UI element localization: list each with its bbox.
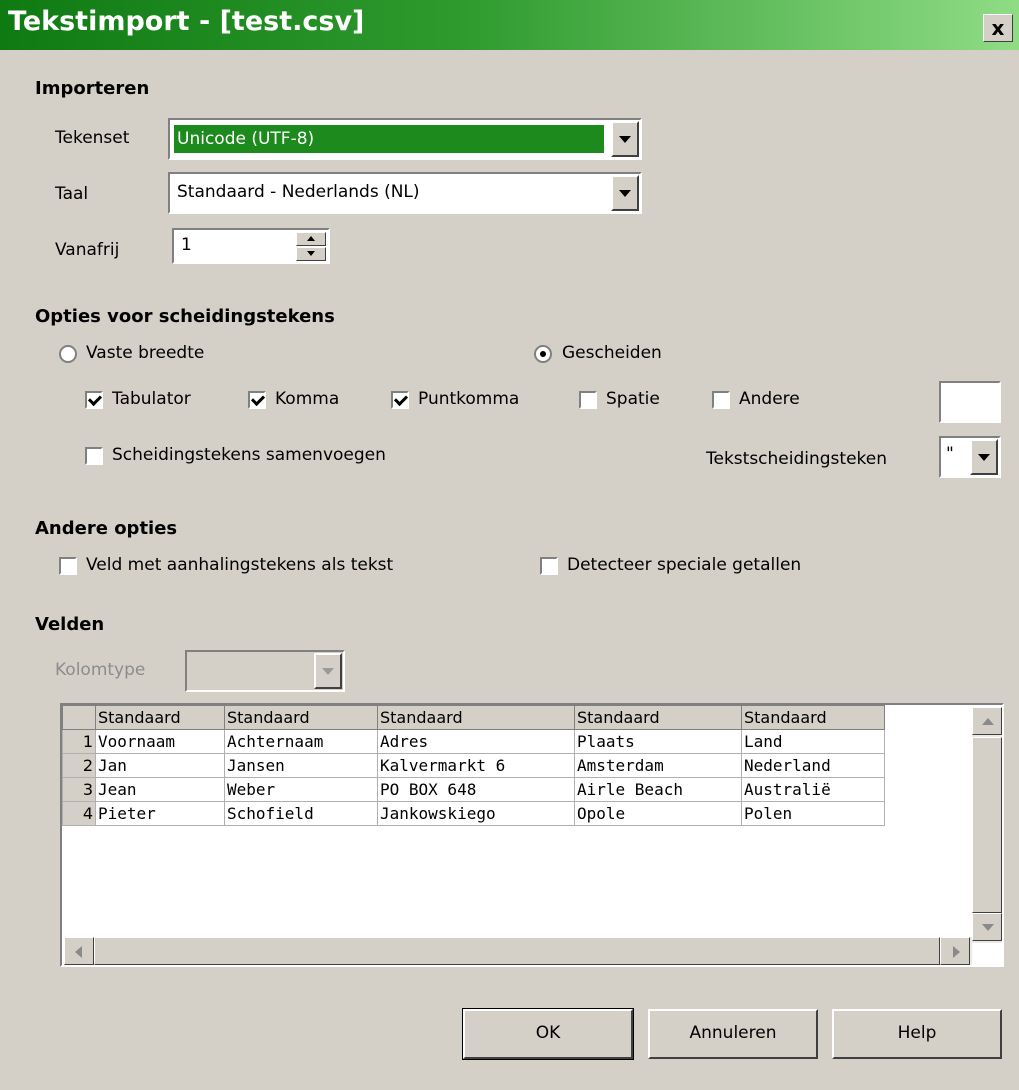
table-cell: Nederland — [741, 753, 885, 778]
table-cell: Kalvermarkt 6 — [377, 753, 575, 778]
table-cell: Land — [741, 729, 885, 754]
tekstscheidingsteken-value: " — [946, 444, 954, 464]
speciale-getallen-label[interactable]: Detecteer speciale getallen — [567, 555, 801, 575]
tekstscheidingsteken-select[interactable]: " — [939, 436, 1001, 478]
help-button[interactable]: Help — [832, 1009, 1002, 1059]
title-bar: Tekstimport - [test.csv] x — [0, 0, 1019, 50]
taal-dropdown-icon[interactable] — [611, 175, 639, 211]
vanafrij-stepper[interactable]: 1 — [172, 228, 330, 264]
table-cell: PO BOX 648 — [377, 777, 575, 802]
table-cell: Jansen — [224, 753, 378, 778]
table-cell: Polen — [741, 801, 885, 826]
horizontal-scrollbar[interactable] — [64, 937, 972, 965]
kolomtype-select[interactable] — [185, 650, 345, 692]
puntkomma-checkbox[interactable] — [391, 391, 409, 409]
row-number[interactable]: 4 — [62, 801, 96, 826]
table-cell: Jankowskiego — [377, 801, 575, 826]
tekstscheidingsteken-label: Tekstscheidingsteken — [706, 449, 888, 469]
vaste-breedte-label[interactable]: Vaste breedte — [86, 343, 204, 363]
column-header[interactable]: Standaard — [741, 705, 885, 730]
scroll-up-icon[interactable] — [972, 707, 1002, 735]
tekenset-label: Tekenset — [55, 128, 130, 148]
andere-label[interactable]: Andere — [739, 389, 800, 409]
gescheiden-radio[interactable] — [534, 345, 552, 363]
table-cell: Jean — [95, 777, 225, 802]
annuleren-button[interactable]: Annuleren — [648, 1009, 818, 1059]
tekstscheidingsteken-dropdown-icon[interactable] — [970, 439, 998, 475]
column-header[interactable]: Standaard — [377, 705, 575, 730]
table-cell: Opole — [574, 801, 742, 826]
close-icon[interactable]: x — [983, 14, 1013, 42]
kolomtype-dropdown-icon[interactable] — [314, 653, 342, 689]
table-cell: Australië — [741, 777, 885, 802]
scroll-left-icon[interactable] — [64, 937, 94, 965]
table-row[interactable]: 2 Jan Jansen Kalvermarkt 6 Amsterdam Ned… — [62, 753, 885, 778]
taal-value: Standaard - Nederlands (NL) — [177, 182, 420, 202]
vertical-scroll-thumb[interactable] — [972, 737, 1002, 913]
preview-grid[interactable]: Standaard Standaard Standaard Standaard … — [60, 703, 1004, 967]
table-cell: Adres — [377, 729, 575, 754]
spin-up-icon[interactable] — [296, 232, 326, 246]
tekenset-dropdown-icon[interactable] — [611, 121, 639, 157]
table-cell: Plaats — [574, 729, 742, 754]
spatie-label[interactable]: Spatie — [606, 389, 660, 409]
kolomtype-label: Kolomtype — [55, 660, 146, 680]
scroll-down-icon[interactable] — [972, 913, 1002, 941]
table-cell: Voornaam — [95, 729, 225, 754]
tekenset-select[interactable]: Unicode (UTF-8) — [168, 118, 642, 160]
table-row[interactable]: 1 Voornaam Achternaam Adres Plaats Land — [62, 729, 885, 754]
preview-table: Standaard Standaard Standaard Standaard … — [62, 705, 885, 826]
horizontal-scroll-thumb[interactable] — [94, 937, 940, 965]
kolomtype-value — [191, 655, 197, 679]
vanafrij-label: Vanafrij — [55, 240, 120, 260]
vanafrij-value: 1 — [181, 235, 192, 255]
ok-button[interactable]: OK — [462, 1008, 634, 1060]
column-header[interactable]: Standaard — [224, 705, 378, 730]
table-cell: Achternaam — [224, 729, 378, 754]
samenvoegen-label[interactable]: Scheidingstekens samenvoegen — [112, 445, 386, 465]
veld-aanhalingstekens-label[interactable]: Veld met aanhalingstekens als tekst — [86, 555, 393, 575]
samenvoegen-checkbox[interactable] — [85, 447, 103, 465]
veld-aanhalingstekens-checkbox[interactable] — [59, 557, 77, 575]
taal-select[interactable]: Standaard - Nederlands (NL) — [168, 172, 642, 214]
andere-value — [945, 386, 951, 410]
section-andere-opties: Andere opties — [35, 518, 178, 539]
tekenset-value: Unicode (UTF-8) — [174, 125, 604, 153]
komma-checkbox[interactable] — [248, 391, 266, 409]
andere-checkbox[interactable] — [712, 391, 730, 409]
scroll-right-icon[interactable] — [940, 937, 970, 965]
corner-cell — [62, 705, 96, 730]
puntkomma-label[interactable]: Puntkomma — [418, 389, 519, 409]
column-header[interactable]: Standaard — [95, 705, 225, 730]
table-cell: Schofield — [224, 801, 378, 826]
table-row[interactable]: 3 Jean Weber PO BOX 648 Airle Beach Aust… — [62, 777, 885, 802]
gescheiden-label[interactable]: Gescheiden — [562, 343, 662, 363]
header-row: Standaard Standaard Standaard Standaard … — [62, 705, 885, 730]
spatie-checkbox[interactable] — [579, 391, 597, 409]
tabulator-checkbox[interactable] — [85, 391, 103, 409]
window-title: Tekstimport - [test.csv] — [8, 6, 365, 37]
table-cell: Weber — [224, 777, 378, 802]
andere-input[interactable] — [939, 381, 1001, 423]
row-number[interactable]: 3 — [62, 777, 96, 802]
row-number[interactable]: 2 — [62, 753, 96, 778]
spin-down-icon[interactable] — [296, 247, 326, 261]
vertical-scrollbar[interactable] — [972, 707, 1002, 943]
row-number[interactable]: 1 — [62, 729, 96, 754]
column-header[interactable]: Standaard — [574, 705, 742, 730]
komma-label[interactable]: Komma — [275, 389, 339, 409]
table-row[interactable]: 4 Pieter Schofield Jankowskiego Opole Po… — [62, 801, 885, 826]
section-velden: Velden — [35, 614, 105, 635]
section-importeren: Importeren — [35, 78, 150, 99]
speciale-getallen-checkbox[interactable] — [540, 557, 558, 575]
section-scheiding: Opties voor scheidingstekens — [35, 306, 335, 327]
vaste-breedte-radio[interactable] — [59, 345, 77, 363]
table-cell: Amsterdam — [574, 753, 742, 778]
table-cell: Jan — [95, 753, 225, 778]
table-cell: Pieter — [95, 801, 225, 826]
table-cell: Airle Beach — [574, 777, 742, 802]
tabulator-label[interactable]: Tabulator — [112, 389, 191, 409]
taal-label: Taal — [55, 184, 89, 204]
